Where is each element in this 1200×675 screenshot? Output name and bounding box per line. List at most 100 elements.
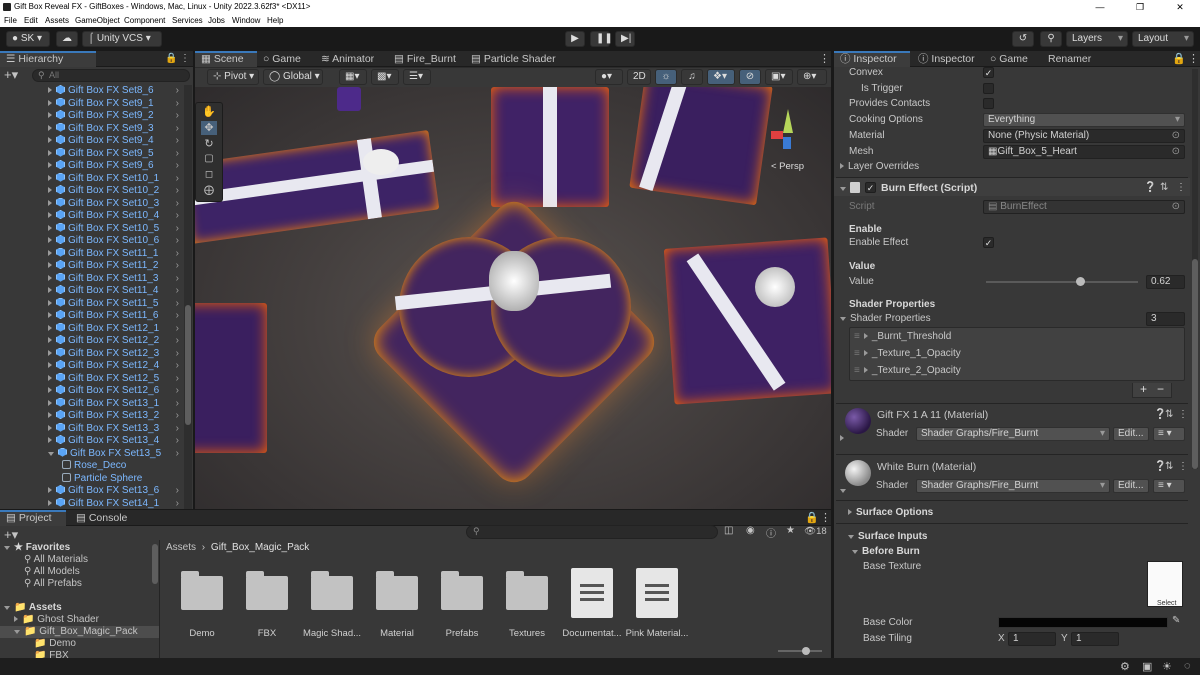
menu-component[interactable]: Component xyxy=(124,14,165,27)
hierarchy-item[interactable]: Gift Box FX Set10_1 › xyxy=(0,172,183,186)
more-icon[interactable]: ⋮ xyxy=(820,511,831,524)
drag-handle-icon[interactable]: ≡ xyxy=(854,365,860,376)
expand-right-icon[interactable] xyxy=(48,374,52,381)
hierarchy-item[interactable]: Gift Box FX Set12_4 › xyxy=(0,360,183,373)
increment-icon[interactable]: ☰▾ xyxy=(403,69,431,85)
chevron-right-icon[interactable]: › xyxy=(176,148,179,161)
folder-icon[interactable] xyxy=(506,571,548,610)
preset-icon[interactable]: ⇅ xyxy=(1165,461,1173,472)
chevron-right-icon[interactable]: › xyxy=(176,110,179,123)
maximize-icon[interactable]: ❐ xyxy=(1120,0,1160,14)
before-burn-foldout[interactable]: Before Burn xyxy=(852,546,920,557)
chevron-right-icon[interactable]: › xyxy=(176,198,179,211)
tab-console[interactable]: ▤ Console xyxy=(70,510,133,526)
menu-file[interactable]: File xyxy=(4,14,17,27)
more-icon[interactable]: ⋮ xyxy=(1178,461,1188,472)
expand-right-icon[interactable] xyxy=(48,387,52,393)
settings-icon[interactable]: ☀ xyxy=(1162,660,1172,673)
visibility-icon[interactable]: ⊘ xyxy=(739,69,761,85)
expand-right-icon[interactable] xyxy=(48,399,52,406)
expand-right-icon[interactable] xyxy=(48,212,52,218)
pause-button[interactable]: ❚❚ xyxy=(590,31,613,47)
menu-help[interactable]: Help xyxy=(267,14,283,27)
chevron-right-icon[interactable]: › xyxy=(176,348,179,361)
progress-icon[interactable]: ◌ xyxy=(1184,660,1191,672)
file-label[interactable]: Pink Material... xyxy=(622,628,692,639)
expand-right-icon[interactable] xyxy=(48,299,52,306)
global-dropdown[interactable]: ◯ Global ▾ xyxy=(263,69,323,85)
tab-game-2[interactable]: ○ Game xyxy=(984,51,1034,67)
menu-window[interactable]: Window xyxy=(232,14,260,27)
assets-header[interactable]: 📁 Assets xyxy=(4,602,62,613)
is-trigger-checkbox[interactable] xyxy=(983,83,994,94)
chevron-right-icon[interactable]: › xyxy=(176,448,179,461)
folder-icon[interactable] xyxy=(376,571,418,610)
more-icon[interactable]: ⋮ xyxy=(180,53,190,64)
expand-right-icon[interactable] xyxy=(48,337,52,343)
project-search[interactable]: ⚲ xyxy=(466,525,718,539)
list-item[interactable]: ≡ _Texture_2_Opacity xyxy=(854,365,961,376)
list-item[interactable]: ≡ _Texture_1_Opacity xyxy=(854,348,961,359)
orientation-gizmo-icon[interactable] xyxy=(761,101,815,155)
expand-right-icon[interactable] xyxy=(48,287,52,293)
preset-icon[interactable]: ⇅ xyxy=(1160,182,1168,193)
enable-effect-checkbox[interactable]: ✓ xyxy=(983,237,994,248)
chevron-right-icon[interactable]: › xyxy=(176,160,179,173)
hierarchy-item[interactable]: Gift Box FX Set12_5 › xyxy=(0,372,183,386)
search-icon[interactable]: ⚲ xyxy=(1040,31,1062,47)
expand-right-icon[interactable] xyxy=(48,487,52,493)
edit-shader-button[interactable]: Edit... xyxy=(1113,479,1149,493)
scale-tool-icon[interactable]: ▢ xyxy=(201,153,217,167)
scrollbar-thumb[interactable] xyxy=(185,305,191,425)
hierarchy-search[interactable]: ⚲ All xyxy=(32,69,190,82)
bug-icon[interactable]: ⚙ xyxy=(1120,660,1130,673)
file-label[interactable]: Demo xyxy=(167,628,237,639)
chevron-right-icon[interactable]: › xyxy=(176,260,179,273)
hand-tool-icon[interactable]: ✋ xyxy=(201,105,217,119)
document-icon[interactable] xyxy=(636,568,678,618)
file-label[interactable]: Material xyxy=(362,628,432,639)
expand-right-icon[interactable] xyxy=(48,87,52,93)
inspector-scrollbar[interactable] xyxy=(1192,69,1198,469)
rotate-tool-icon[interactable]: ↻ xyxy=(201,137,217,151)
hierarchy-item[interactable]: Gift Box FX Set11_5 › xyxy=(0,297,183,311)
effects-icon[interactable]: ❖▾ xyxy=(707,69,735,85)
transform-tool-icon[interactable]: ⨁ xyxy=(201,185,217,199)
tab-project[interactable]: ▤ Project xyxy=(0,510,66,526)
lock-icon[interactable]: 🔒 xyxy=(805,511,819,524)
expand-down-icon[interactable] xyxy=(48,451,54,456)
surface-options-foldout[interactable]: Surface Options xyxy=(848,507,933,518)
hierarchy-item[interactable]: Gift Box FX Set11_3 › xyxy=(0,272,183,286)
zoom-slider-thumb[interactable] xyxy=(802,647,810,655)
expand-right-icon[interactable] xyxy=(48,312,52,318)
expand-right-icon[interactable] xyxy=(48,224,52,231)
tab-scene[interactable]: ▦ Scene xyxy=(195,51,257,67)
mode-2d-button[interactable]: 2D xyxy=(627,69,651,85)
cooking-options-dropdown[interactable]: Everything ▾ xyxy=(983,113,1185,127)
remove-element-icon[interactable]: − xyxy=(1157,382,1164,396)
hierarchy-item[interactable]: Rose_Deco xyxy=(0,460,183,473)
hierarchy-item[interactable]: Gift Box FX Set8_6 › xyxy=(0,85,183,98)
burn-effect-enabled-checkbox[interactable]: ✓ xyxy=(865,182,876,193)
list-item[interactable]: ≡ _Burnt_Threshold xyxy=(854,331,951,342)
hierarchy-item[interactable]: Gift Box FX Set9_5 › xyxy=(0,147,183,161)
add-element-icon[interactable]: + xyxy=(1140,382,1147,396)
favorite-all-prefabs[interactable]: ⚲ All Prefabs xyxy=(24,578,82,589)
tiling-x-field[interactable]: 1 xyxy=(1008,632,1056,646)
hierarchy-item[interactable]: Gift Box FX Set13_1 › xyxy=(0,397,183,411)
more-icon[interactable]: ⋮ xyxy=(1188,52,1199,65)
hierarchy-item[interactable]: Gift Box FX Set14_1 › xyxy=(0,497,183,510)
projection-label[interactable]: < Persp xyxy=(771,161,804,172)
lock-icon[interactable]: 🔒 xyxy=(1172,52,1186,65)
tree-item-fbx[interactable]: 📁 FBX xyxy=(34,650,69,658)
shader-options-dropdown[interactable]: ≡ ▾ xyxy=(1153,427,1185,441)
menu-gameobject[interactable]: GameObject xyxy=(75,14,120,27)
expand-right-icon[interactable] xyxy=(48,437,52,443)
expand-right-icon[interactable] xyxy=(48,262,52,268)
expand-right-icon[interactable] xyxy=(48,424,52,431)
file-label[interactable]: Magic Shad... xyxy=(297,628,367,639)
hierarchy-item[interactable]: Gift Box FX Set10_3 › xyxy=(0,197,183,211)
shader-properties-count[interactable]: 3 xyxy=(1146,312,1185,326)
hierarchy-item[interactable]: Particle Sphere xyxy=(0,472,183,486)
expand-right-icon[interactable] xyxy=(48,199,52,206)
